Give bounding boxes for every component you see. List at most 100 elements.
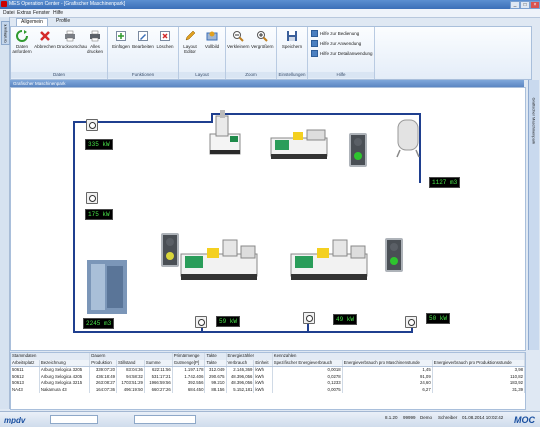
- column-header[interactable]: Takte: [204, 359, 227, 367]
- energy-meter-icon[interactable]: [195, 316, 207, 328]
- daten-anfordern-button[interactable]: Daten anfordern: [11, 30, 33, 54]
- column-header[interactable]: Energieverbrauch pro Produktionsstunde: [432, 359, 526, 367]
- energy-meter-icon[interactable]: [303, 312, 315, 324]
- tab-profile[interactable]: Profile: [52, 18, 74, 25]
- table-cell: 660:27:26: [144, 386, 173, 393]
- energy-readout: 335 kW: [85, 139, 113, 150]
- machine-park-canvas: 335 kW 175 kW 2245 m3 1127 m3 59 kW 49 k…: [10, 87, 526, 351]
- status-combo[interactable]: [50, 415, 98, 424]
- window-title: MES Operation Center - [Grafischer Masch…: [9, 1, 126, 7]
- einfuegen-button[interactable]: Einfügen: [110, 30, 132, 49]
- column-header[interactable]: Gutmenge[P]: [172, 359, 206, 367]
- table-cell: 6,27: [342, 386, 433, 393]
- right-side-panel[interactable]: Grafischer Maschinenpark: [528, 80, 539, 350]
- tab-allgemein[interactable]: Allgemein: [16, 18, 48, 26]
- status-lamp: [349, 133, 367, 167]
- energy-meter-icon[interactable]: [86, 119, 98, 131]
- table-cell: 164:07:36: [89, 386, 118, 393]
- column-header[interactable]: Bezeichnung: [39, 359, 91, 367]
- table-row[interactable]: NA43 Nakamura 43 164:07:36 496:19:50 660:27:…: [11, 386, 526, 393]
- pencil-icon: [185, 30, 196, 41]
- injection-machine-3[interactable]: [289, 236, 369, 284]
- vollbild-button[interactable]: Vollbild: [201, 30, 223, 49]
- bearbeiten-button[interactable]: Bearbeiten: [132, 30, 154, 49]
- delete-icon: [160, 31, 170, 41]
- table-cell: 496:19:50: [116, 386, 145, 393]
- table-cell: 0,0018: [272, 366, 343, 374]
- compressed-air-tank[interactable]: [394, 116, 422, 158]
- cancel-icon: [40, 31, 50, 41]
- mpdv-logo: mpdv: [4, 416, 26, 424]
- menu-datei[interactable]: Datei: [3, 10, 15, 16]
- table-cell: 48.396,056: [226, 380, 255, 387]
- group-zoom: Verkleinern Vergrößern Zoom: [226, 27, 277, 79]
- column-header[interactable]: Produktion: [89, 359, 118, 367]
- energy-meter-icon[interactable]: [405, 316, 417, 328]
- injection-machine-large[interactable]: [269, 126, 331, 162]
- print-preview-icon: [65, 30, 75, 42]
- speichern-button[interactable]: Speichern: [281, 30, 303, 49]
- hilfe-anwendung-button[interactable]: Hilfe zur Anwendung: [311, 40, 361, 48]
- hilfe-detailanwendung-button[interactable]: Hilfe zur Detailanwendung: [311, 50, 373, 58]
- status-code: 99999: [403, 415, 416, 420]
- table-cell: kWh: [253, 386, 273, 393]
- column-header[interactable]: Spezifischer Energieverbrauch: [272, 359, 343, 367]
- status-combo[interactable]: [134, 415, 196, 424]
- table-cell: 31,39: [432, 386, 526, 393]
- layout-editor-button[interactable]: Layout Editor: [179, 30, 201, 54]
- minimize-button[interactable]: _: [510, 1, 520, 9]
- energy-readout: 175 kW: [85, 209, 113, 220]
- workspace-header: Grafischer Maschinenpark: [10, 80, 524, 87]
- print-icon: [90, 30, 100, 42]
- injection-machine-2[interactable]: [179, 236, 259, 284]
- status-datetime: 01.08.2014 10:02:42: [462, 415, 504, 420]
- group-label-hilfe: Hilfe: [308, 72, 374, 78]
- group-einstellungen: Speichern Einstellungen: [277, 27, 308, 79]
- druckvorschau-button[interactable]: Druckvorschau: [57, 30, 87, 49]
- table-cell: 1966:59:56: [144, 380, 173, 387]
- status-bar: mpdv 8.1.20 99999 Demo Schreiber 01.08.2…: [0, 411, 540, 427]
- menu-extras[interactable]: Extras: [17, 10, 31, 16]
- silo-tank[interactable]: [85, 258, 129, 316]
- energy-readout: 50 kW: [426, 313, 451, 324]
- injection-machine-small[interactable]: [206, 110, 246, 158]
- ribbon: Daten anfordern Abbrechen Druckvorschau …: [10, 26, 532, 80]
- tab-grafikpark[interactable]: Grafikpark: [1, 21, 10, 45]
- alles-drucken-button[interactable]: Alles drucken: [84, 30, 106, 54]
- table-cell: NA43: [11, 386, 40, 393]
- maximize-button[interactable]: □: [520, 1, 530, 9]
- volume-readout: 2245 m3: [83, 318, 115, 329]
- column-header[interactable]: Verbrauch: [226, 359, 255, 367]
- column-header[interactable]: Stillstand: [116, 359, 145, 367]
- fullscreen-icon: [206, 31, 218, 41]
- group-hilfe: Hilfe zur Bedienung Hilfe zur Anwendung …: [308, 27, 375, 79]
- status-lamp: [385, 238, 403, 272]
- app-icon: [1, 1, 7, 7]
- column-header[interactable]: Summe: [144, 359, 173, 367]
- abbrechen-button[interactable]: Abbrechen: [34, 30, 56, 49]
- energy-data-table: Stammdaten Dauern Primärmenge Takte Ener…: [10, 352, 526, 410]
- table-cell: 5.152,181: [226, 386, 255, 393]
- group-label-funktionen: Funktionen: [108, 72, 178, 78]
- zoom-in-icon: [257, 31, 268, 42]
- vergroessern-button[interactable]: Vergrößern: [251, 30, 274, 49]
- column-header[interactable]: Einheit: [253, 359, 273, 367]
- edit-icon: [138, 31, 148, 41]
- lamp-light-off: [166, 238, 174, 246]
- menu-fenster[interactable]: Fenster: [33, 10, 50, 16]
- close-button[interactable]: ×: [530, 1, 540, 9]
- menu-hilfe[interactable]: Hilfe: [53, 10, 63, 16]
- energy-meter-icon[interactable]: [86, 192, 98, 204]
- lamp-light-on: [166, 252, 174, 260]
- help-book-icon: [311, 50, 318, 58]
- column-header[interactable]: Energieverbrauch pro Maschinenstunde: [342, 359, 433, 367]
- column-header[interactable]: Arbeitsplatz: [11, 359, 40, 367]
- help-book-icon: [311, 30, 318, 38]
- table-row[interactable]: 50611 Arburg Selogica 3205 339:07:20 83:04:…: [11, 366, 526, 374]
- insert-icon: [116, 31, 126, 41]
- hilfe-bedienung-button[interactable]: Hilfe zur Bedienung: [311, 30, 359, 38]
- loeschen-button[interactable]: Löschen: [154, 30, 176, 49]
- verkleinern-button[interactable]: Verkleinern: [227, 30, 250, 49]
- moc-logo: MOC: [514, 415, 535, 424]
- table-cell: 2.146,369: [226, 366, 255, 374]
